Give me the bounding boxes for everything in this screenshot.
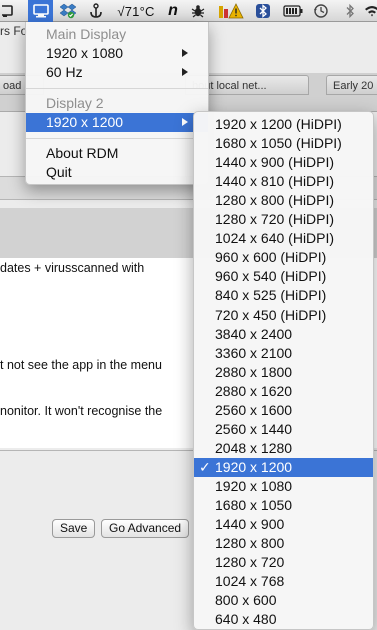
n-app-icon[interactable]: n — [164, 0, 182, 22]
resolution-item[interactable]: 1440 x 900 (HiDPI) — [194, 153, 373, 172]
resolution-item[interactable]: 960 x 600 (HiDPI) — [194, 248, 373, 267]
menu-bar: √71°C n — [0, 0, 377, 22]
temperature-icon[interactable]: √71°C — [110, 0, 162, 22]
resolution-label: 960 x 540 (HiDPI) — [215, 268, 327, 285]
time-machine-icon[interactable] — [310, 0, 332, 22]
resolution-label: 2048 x 1280 — [215, 439, 293, 456]
content-line: nonitor. It won't recognise the — [0, 404, 163, 418]
resolution-label: 1440 x 900 (HiDPI) — [215, 154, 335, 171]
display-2-resolution-item[interactable]: 1920 x 1200 — [26, 113, 208, 132]
main-display-header: Main Display — [46, 26, 127, 42]
resolution-label: 1280 x 720 — [215, 554, 285, 571]
resolution-item[interactable]: 1024 x 640 (HiDPI) — [194, 229, 373, 248]
about-rdm-item[interactable]: About RDM — [26, 144, 208, 163]
resolution-item[interactable]: 1280 x 800 (HiDPI) — [194, 191, 373, 210]
submenu-arrow-icon — [182, 68, 188, 76]
battery-icon[interactable] — [281, 0, 305, 22]
resolution-item[interactable]: 1280 x 720 (HiDPI) — [194, 210, 373, 229]
resolution-item[interactable]: 3840 x 2400 — [194, 325, 373, 344]
resolution-label: 2880 x 1800 — [215, 363, 293, 380]
display-2-header: Display 2 — [46, 95, 104, 111]
menu-separator — [26, 88, 208, 89]
bluetooth-icon[interactable] — [340, 0, 360, 22]
resolution-item[interactable]: 1280 x 720 — [194, 553, 373, 572]
menu-item-label: 60 Hz — [46, 64, 83, 80]
resolution-label: 1280 x 800 — [215, 535, 285, 552]
resolution-item[interactable]: 1680 x 1050 — [194, 496, 373, 515]
dropbox-icon[interactable] — [56, 0, 80, 22]
resolution-label: 640 x 480 — [215, 611, 277, 628]
resolution-item[interactable]: 840 x 525 (HiDPI) — [194, 286, 373, 305]
main-display-refresh-item[interactable]: 60 Hz — [26, 63, 208, 82]
display-icon[interactable] — [28, 0, 53, 22]
resolution-label: 2560 x 1440 — [215, 420, 293, 437]
resolution-item[interactable]: 1280 x 800 — [194, 534, 373, 553]
wifi-icon[interactable] — [364, 0, 377, 22]
content-line: dates + virusscanned with — [0, 261, 145, 275]
resolution-label: 1280 x 720 (HiDPI) — [215, 211, 335, 228]
site-title: rs Fo — [0, 24, 28, 38]
display-icon-partial[interactable] — [0, 0, 20, 22]
resolution-item[interactable]: 2048 x 1280 — [194, 439, 373, 458]
resolution-label: 1440 x 810 (HiDPI) — [215, 173, 335, 190]
browser-tab[interactable]: Early 20 — [326, 75, 377, 95]
resolution-submenu: 1920 x 1200 (HiDPI) 1680 x 1050 (HiDPI) 14… — [193, 111, 374, 630]
warning-icon[interactable] — [216, 0, 246, 22]
bug-icon[interactable] — [188, 0, 208, 22]
resolution-item[interactable]: 2560 x 1600 — [194, 401, 373, 420]
resolution-label: 2560 x 1600 — [215, 401, 293, 418]
resolution-item[interactable]: 1920 x 1200 (HiDPI) — [194, 115, 373, 134]
resolution-item[interactable]: 2880 x 1800 — [194, 363, 373, 382]
resolution-item[interactable]: 1024 x 768 — [194, 572, 373, 591]
resolution-label: 1440 x 900 — [215, 516, 285, 533]
resolution-item[interactable]: 720 x 450 (HiDPI) — [194, 306, 373, 325]
checkmark-icon: ✓ — [199, 458, 211, 475]
resolution-label: 1680 x 1050 (HiDPI) — [215, 135, 342, 152]
menu-item-label: 1920 x 1080 — [46, 45, 124, 61]
resolution-label: 1024 x 768 — [215, 573, 285, 590]
resolution-item[interactable]: 1440 x 810 (HiDPI) — [194, 172, 373, 191]
resolution-label: 960 x 600 (HiDPI) — [215, 249, 327, 266]
resolution-item[interactable]: 2560 x 1440 — [194, 420, 373, 439]
resolution-label: 1680 x 1050 — [215, 497, 293, 513]
resolution-item[interactable]: 640 x 480 — [194, 610, 373, 629]
resolution-item[interactable]: 2880 x 1620 — [194, 382, 373, 401]
content-line: t not see the app in the menu — [0, 358, 162, 372]
resolution-item[interactable]: 3360 x 2100 — [194, 344, 373, 363]
resolution-item[interactable]: 800 x 600 — [194, 591, 373, 610]
resolution-label: 1920 x 1080 — [215, 477, 293, 494]
resolution-label: 1024 x 640 (HiDPI) — [215, 230, 335, 247]
resolution-label: 1280 x 800 (HiDPI) — [215, 192, 335, 209]
resolution-label: 3360 x 2100 — [215, 344, 293, 361]
resolution-label: 800 x 600 — [215, 592, 277, 609]
go-advanced-button[interactable]: Go Advanced — [101, 519, 190, 538]
temperature-readout: √71°C — [117, 3, 155, 19]
submenu-arrow-icon — [182, 49, 188, 57]
resolution-label: 2880 x 1620 — [215, 382, 293, 399]
resolution-item-selected[interactable]: ✓ 1920 x 1200 — [194, 457, 373, 477]
rdm-dropdown-menu: Main Display 1920 x 1080 60 Hz Display 2… — [25, 22, 209, 185]
resolution-item[interactable]: 1680 x 1050 (HiDPI) — [194, 134, 373, 153]
menu-separator — [26, 138, 208, 139]
anchor-icon[interactable] — [86, 0, 106, 22]
resolution-label: 1920 x 1200 — [215, 458, 293, 475]
resolution-item[interactable]: 1920 x 1080 — [194, 477, 373, 496]
submenu-arrow-icon — [182, 118, 188, 126]
resolution-label: 720 x 450 (HiDPI) — [215, 306, 327, 323]
resolution-label: 3840 x 2400 — [215, 325, 293, 342]
save-button[interactable]: Save — [52, 519, 96, 538]
bluetooth-alt-icon[interactable] — [252, 0, 274, 22]
resolution-item[interactable]: 960 x 540 (HiDPI) — [194, 267, 373, 286]
resolution-item[interactable]: 1440 x 900 — [194, 515, 373, 534]
main-display-resolution-item[interactable]: 1920 x 1080 — [26, 44, 208, 63]
menu-item-label: 1920 x 1200 — [46, 114, 124, 130]
resolution-label: 1920 x 1200 (HiDPI) — [215, 116, 342, 132]
quit-item[interactable]: Quit — [26, 163, 208, 182]
resolution-label: 840 x 525 (HiDPI) — [215, 287, 327, 304]
